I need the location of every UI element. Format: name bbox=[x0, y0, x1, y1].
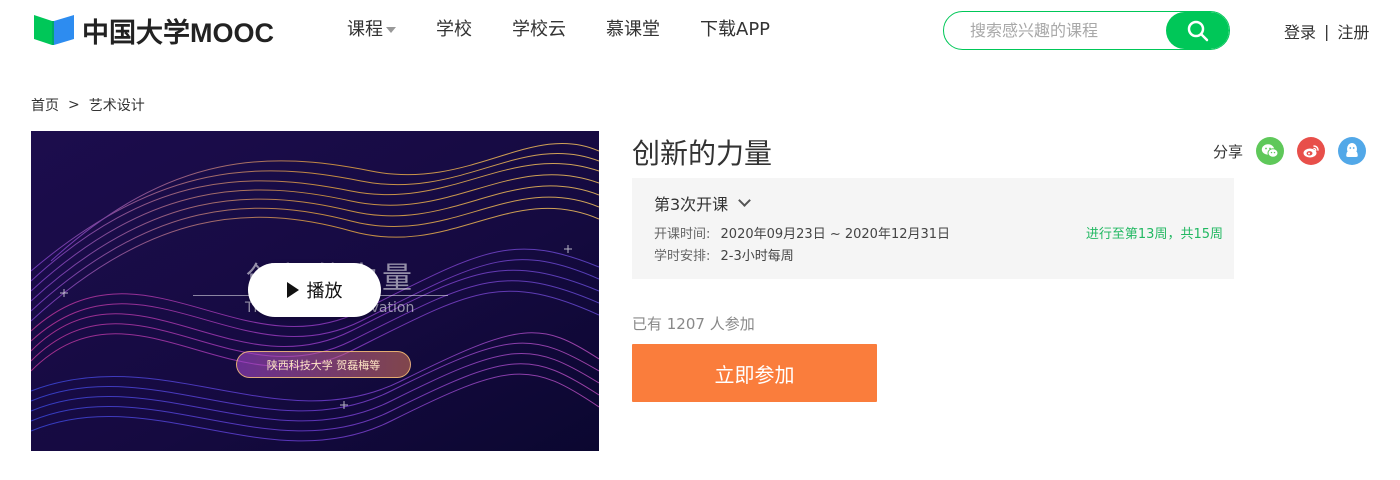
course-video-player[interactable]: 创新的力量 The Power of Innovation 陕西科技大学 贺磊梅… bbox=[31, 131, 599, 451]
weibo-icon[interactable] bbox=[1297, 137, 1326, 165]
caret-down-icon bbox=[386, 27, 396, 33]
term-time-row: 开课时间: 2020年09月23日 ~ 2020年12月31日 bbox=[654, 223, 950, 242]
search-input[interactable] bbox=[944, 12, 1166, 49]
term-schedule-value: 2-3小时每周 bbox=[720, 249, 794, 264]
book-logo-icon bbox=[34, 15, 74, 45]
nav-item-schools[interactable]: 学校 bbox=[436, 16, 472, 44]
term-progress-status: 进行至第13周，共15周 bbox=[1085, 227, 1223, 242]
register-link[interactable]: 注册 bbox=[1337, 19, 1369, 43]
nav-item-mooc-class[interactable]: 慕课堂 bbox=[606, 16, 660, 44]
auth-links: 登录 | 注册 bbox=[1284, 19, 1369, 43]
wechat-icon[interactable] bbox=[1256, 137, 1285, 165]
breadcrumb: 首页 > 艺术设计 bbox=[31, 95, 145, 115]
breadcrumb-home[interactable]: 首页 bbox=[31, 95, 59, 115]
play-button[interactable]: 播放 bbox=[248, 263, 381, 317]
auth-separator: | bbox=[1324, 21, 1330, 41]
video-overlay-badge: 陕西科技大学 贺磊梅等 bbox=[236, 351, 411, 378]
site-logo[interactable]: 中国大学MOOC bbox=[32, 10, 274, 50]
share-bar: 分享 bbox=[1213, 137, 1367, 165]
main-nav: 课程 学校 学校云 慕课堂 下载APP bbox=[347, 16, 810, 44]
qq-icon[interactable] bbox=[1338, 137, 1367, 165]
term-schedule-label: 学时安排: bbox=[654, 249, 711, 264]
chevron-down-icon bbox=[738, 193, 752, 207]
search-icon bbox=[1187, 20, 1208, 41]
term-selector[interactable]: 第3次开课 bbox=[654, 191, 752, 215]
enroll-count: 已有 1207 人参加 bbox=[632, 315, 755, 333]
course-title: 创新的力量 bbox=[632, 137, 773, 170]
enroll-button[interactable]: 立即参加 bbox=[632, 344, 877, 402]
term-selected-label: 第3次开课 bbox=[654, 195, 729, 214]
play-button-label: 播放 bbox=[306, 281, 343, 302]
play-icon bbox=[286, 282, 299, 298]
search-box bbox=[943, 11, 1230, 50]
nav-item-label: 慕课堂 bbox=[606, 19, 660, 40]
breadcrumb-category[interactable]: 艺术设计 bbox=[89, 95, 145, 115]
breadcrumb-separator: > bbox=[68, 97, 80, 113]
share-label: 分享 bbox=[1213, 142, 1244, 161]
nav-item-school-cloud[interactable]: 学校云 bbox=[512, 16, 566, 44]
nav-item-download-app[interactable]: 下载APP bbox=[700, 16, 770, 44]
login-link[interactable]: 登录 bbox=[1284, 19, 1316, 43]
term-time-label: 开课时间: bbox=[654, 227, 711, 242]
search-button[interactable] bbox=[1166, 12, 1229, 49]
top-header: 中国大学MOOC 课程 学校 学校云 慕课堂 下载APP 登录 | bbox=[0, 0, 1400, 60]
nav-item-label: 下载APP bbox=[700, 19, 771, 40]
nav-item-label: 学校 bbox=[436, 19, 472, 40]
nav-item-label: 学校云 bbox=[512, 19, 566, 40]
nav-item-label: 课程 bbox=[347, 19, 383, 40]
nav-item-courses[interactable]: 课程 bbox=[347, 16, 396, 44]
term-info-panel: 第3次开课 开课时间: 2020年09月23日 ~ 2020年12月31日 学时… bbox=[632, 178, 1234, 279]
term-time-value: 2020年09月23日 ~ 2020年12月31日 bbox=[720, 227, 951, 242]
term-schedule-row: 学时安排: 2-3小时每周 bbox=[654, 245, 794, 264]
logo-text: 中国大学MOOC bbox=[82, 17, 274, 48]
